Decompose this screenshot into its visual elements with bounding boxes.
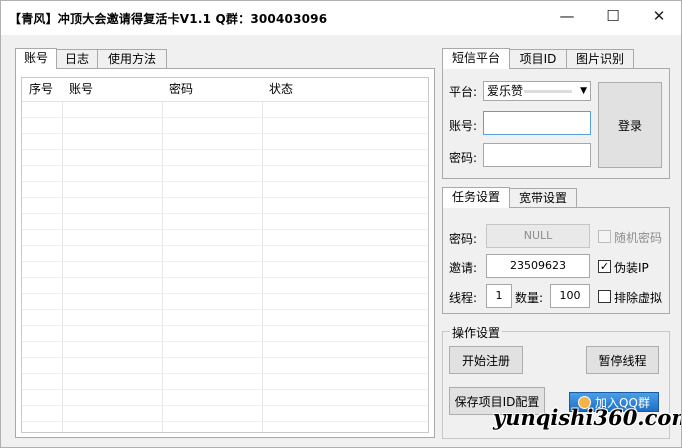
- grid-row-line: [22, 245, 428, 246]
- window-title: 【青风】冲顶大会邀请得复活卡V1.1 Q群：300403096: [9, 12, 328, 26]
- grid-row-line: [22, 389, 428, 390]
- grid-row-line: [22, 421, 428, 422]
- tab-broadband-settings[interactable]: 宽带设置: [509, 188, 577, 208]
- login-button[interactable]: 登录: [598, 82, 662, 168]
- sms-password-label: 密码:: [449, 151, 478, 165]
- grid-row-line: [22, 293, 428, 294]
- column-header-index[interactable]: 序号: [25, 78, 53, 100]
- quantity-input[interactable]: 100: [550, 284, 590, 308]
- close-button[interactable]: ✕: [636, 1, 681, 31]
- column-header-account[interactable]: 账号: [65, 78, 93, 100]
- grid-row-line: [22, 405, 428, 406]
- sms-password-input[interactable]: [483, 143, 591, 167]
- exclude-virtual-checkbox[interactable]: [598, 290, 611, 303]
- grid-column-line: [162, 102, 163, 432]
- grid-row-line: [22, 165, 428, 166]
- platform-label: 平台:: [449, 85, 478, 99]
- chevron-down-icon: ▼: [580, 86, 587, 96]
- check-mark-icon: ✓: [599, 260, 610, 273]
- random-password-label: 随机密码: [614, 231, 663, 245]
- platform-select-value: 爱乐赞: [487, 84, 524, 98]
- account-tab-panel: 序号 账号 密码 状态: [15, 68, 435, 438]
- grid-row-line: [22, 341, 428, 342]
- sms-panel: 平台: 爱乐赞 ▼ 账号: 密码: 登录: [442, 68, 670, 179]
- app-window: 【青风】冲顶大会邀请得复活卡V1.1 Q群：300403096 — ☐ ✕ 账号…: [0, 0, 682, 448]
- invite-code-input[interactable]: 23509623: [486, 254, 590, 278]
- column-header-status[interactable]: 状态: [265, 78, 293, 100]
- tab-usage[interactable]: 使用方法: [97, 49, 167, 69]
- grid-row-line: [22, 197, 428, 198]
- tab-sms-platform[interactable]: 短信平台: [442, 48, 510, 69]
- task-password-field[interactable]: NULL: [486, 224, 590, 248]
- maximize-icon: ☐: [606, 7, 620, 25]
- grid-row-line: [22, 261, 428, 262]
- header-divider: [22, 101, 428, 102]
- tab-log[interactable]: 日志: [56, 49, 98, 69]
- fake-ip-checkbox[interactable]: ✓: [598, 260, 611, 273]
- close-icon: ✕: [652, 7, 666, 25]
- grid-column-line: [62, 102, 63, 432]
- account-table: 序号 账号 密码 状态: [21, 77, 429, 433]
- platform-select[interactable]: 爱乐赞 ▼: [483, 81, 591, 101]
- task-panel: 密码: NULL 随机密码 邀请: 23509623 ✓ 伪装IP 线程: 1 …: [442, 207, 670, 314]
- tab-project-id[interactable]: 项目ID: [509, 49, 567, 69]
- random-password-checkbox[interactable]: [598, 230, 611, 243]
- minimize-button[interactable]: —: [544, 1, 590, 31]
- grid-row-line: [22, 181, 428, 182]
- grid-row-line: [22, 149, 428, 150]
- minimize-icon: —: [559, 7, 575, 25]
- grid-row-line: [22, 309, 428, 310]
- sms-account-input[interactable]: [483, 111, 591, 135]
- ops-group-label: 操作设置: [450, 324, 503, 341]
- pause-thread-button[interactable]: 暂停线程: [586, 346, 659, 374]
- start-register-button[interactable]: 开始注册: [449, 346, 523, 374]
- maximize-button[interactable]: ☐: [590, 1, 636, 31]
- task-password-label: 密码:: [449, 232, 478, 246]
- blurred-text: [524, 90, 572, 93]
- column-header-password[interactable]: 密码: [165, 78, 193, 100]
- thread-label: 线程:: [449, 291, 478, 305]
- grid-row-line: [22, 277, 428, 278]
- invite-label: 邀请:: [449, 261, 478, 275]
- grid-row-line: [22, 357, 428, 358]
- tab-task-settings[interactable]: 任务设置: [442, 187, 510, 208]
- grid-row-line: [22, 133, 428, 134]
- grid-row-line: [22, 229, 428, 230]
- sms-account-label: 账号:: [449, 119, 478, 133]
- title-bar: 【青风】冲顶大会邀请得复活卡V1.1 Q群：300403096 — ☐ ✕: [1, 1, 681, 35]
- grid-row-line: [22, 213, 428, 214]
- grid-row-line: [22, 373, 428, 374]
- grid-column-line: [262, 102, 263, 432]
- fake-ip-label: 伪装IP: [614, 261, 649, 275]
- tab-image-recognition[interactable]: 图片识别: [566, 49, 634, 69]
- quantity-label: 数量:: [515, 291, 544, 305]
- exclude-virtual-label: 排除虚拟: [614, 291, 663, 305]
- grid-row-line: [22, 117, 428, 118]
- thread-count-input[interactable]: 1: [486, 284, 512, 308]
- watermark-text: yunqishi360.com: [493, 405, 682, 430]
- grid-row-line: [22, 325, 428, 326]
- tab-account[interactable]: 账号: [15, 48, 57, 69]
